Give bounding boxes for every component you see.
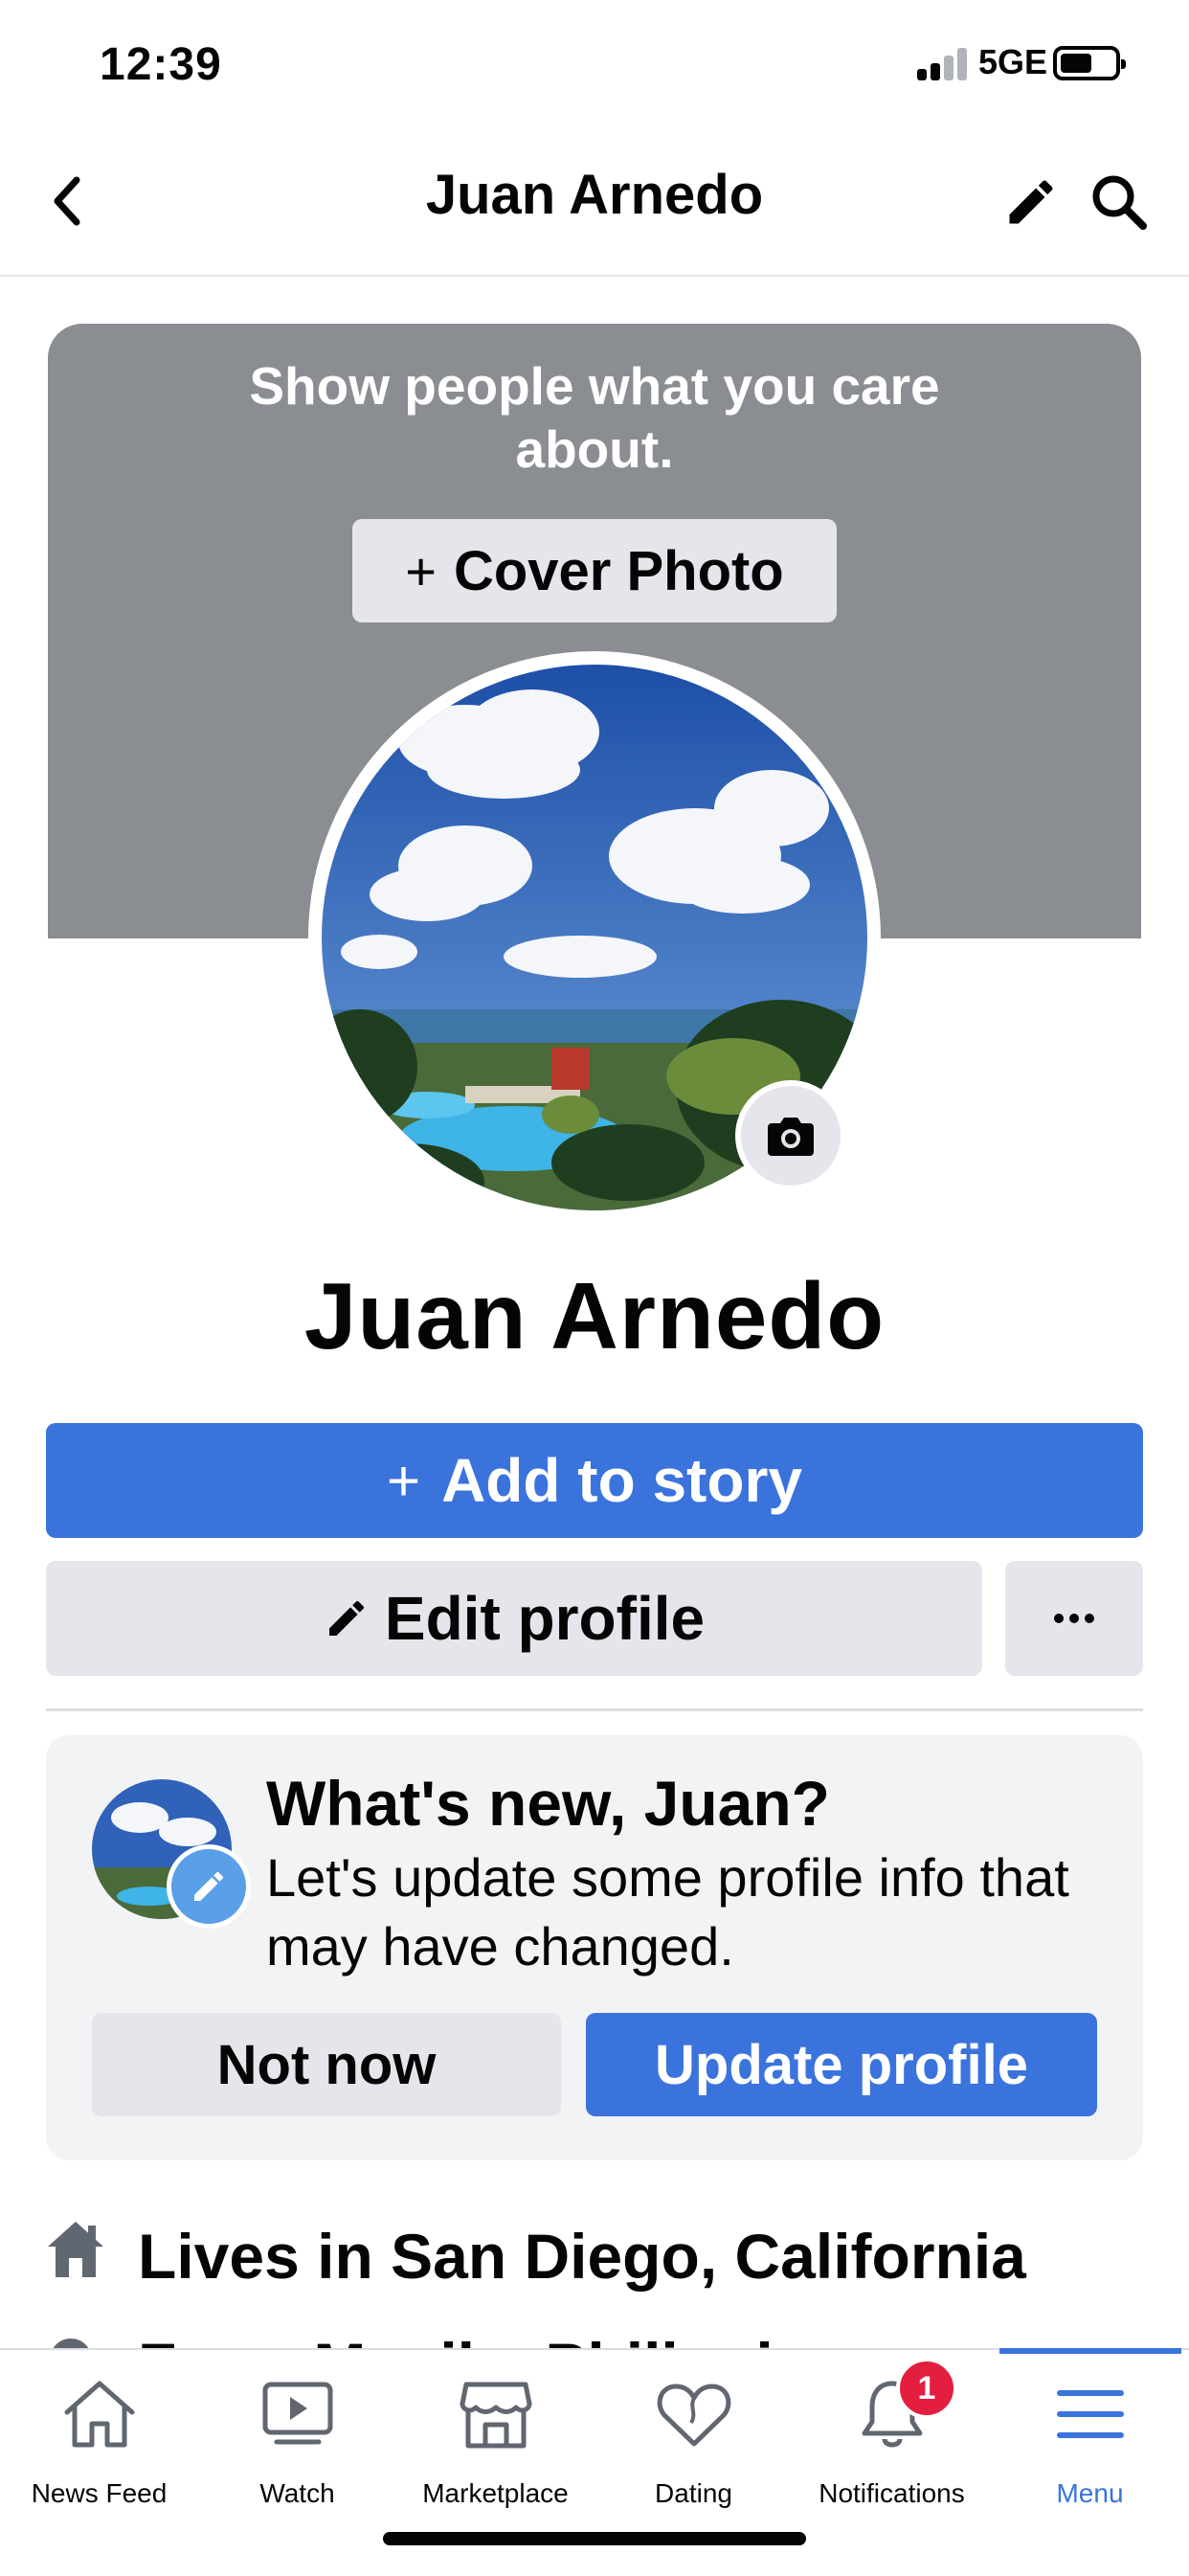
tab-notifications[interactable]: Notifications [793, 2371, 991, 2509]
tab-label: Watch [259, 2478, 335, 2508]
home-icon [64, 2381, 134, 2448]
battery-icon [1053, 46, 1126, 80]
edit-profile-label: Edit profile [384, 1584, 706, 1653]
more-options-button[interactable] [1005, 1561, 1143, 1676]
add-to-story-label: Add to story [441, 1446, 802, 1515]
heart-icon [657, 2384, 730, 2447]
change-profile-picture-button[interactable] [735, 1080, 846, 1191]
status-time: 12:39 [100, 39, 222, 90]
notification-count-badge: 1 [896, 2358, 957, 2419]
update-profile-button[interactable]: Update profile [586, 2013, 1097, 2116]
search-icon [1092, 175, 1147, 230]
cover-photo-label: Cover Photo [453, 539, 784, 602]
whats-new-body: Let's update some profile info that may … [266, 1847, 1069, 1977]
active-tab-indicator [999, 2348, 1181, 2354]
pencil-icon [194, 1871, 223, 1901]
tab-label: Dating [655, 2478, 732, 2508]
edit-profile-button[interactable]: Edit profile [46, 1561, 982, 1676]
profile-name: Juan Arnedo [303, 1263, 886, 1368]
network-type: 5GE [978, 42, 1048, 81]
house-icon [48, 2222, 103, 2277]
tab-dating[interactable]: Dating [594, 2371, 793, 2509]
add-cover-photo-button[interactable]: + Cover Photo [352, 519, 837, 622]
edit-button[interactable] [996, 167, 1066, 237]
menu-icon [1056, 2390, 1124, 2438]
plus-icon: + [405, 540, 437, 601]
tab-marketplace[interactable]: Marketplace [396, 2371, 594, 2509]
tab-label: Notifications [819, 2478, 965, 2508]
plus-icon: + [387, 1448, 421, 1513]
whats-new-title: What's new, Juan? [266, 1768, 830, 1839]
edit-badge [167, 1844, 251, 1929]
pencil-icon [1009, 180, 1053, 224]
tab-label: Menu [1056, 2478, 1124, 2508]
header-divider [0, 275, 1189, 277]
tab-menu[interactable]: Menu [991, 2371, 1189, 2509]
cover-prompt: Show people what you care about. [249, 356, 940, 479]
cellular-signal-icon [917, 46, 971, 80]
camera-icon [768, 1118, 814, 1156]
tab-watch[interactable]: Watch [198, 2371, 396, 2509]
search-button[interactable] [1084, 167, 1155, 237]
not-now-button[interactable]: Not now [92, 2013, 561, 2116]
tab-label: Marketplace [422, 2478, 569, 2508]
add-to-story-button[interactable]: + Add to story [46, 1423, 1143, 1538]
marketplace-icon [460, 2382, 531, 2449]
watch-icon [262, 2382, 332, 2445]
home-indicator[interactable] [383, 2532, 806, 2545]
more-dots-icon [1054, 1614, 1094, 1623]
pencil-icon [328, 1600, 364, 1636]
section-divider [46, 1708, 1143, 1711]
tab-news-feed[interactable]: News Feed [0, 2371, 198, 2509]
lives-in-text: Lives in San Diego, California [138, 2221, 1026, 2292]
tab-label: News Feed [31, 2478, 168, 2508]
